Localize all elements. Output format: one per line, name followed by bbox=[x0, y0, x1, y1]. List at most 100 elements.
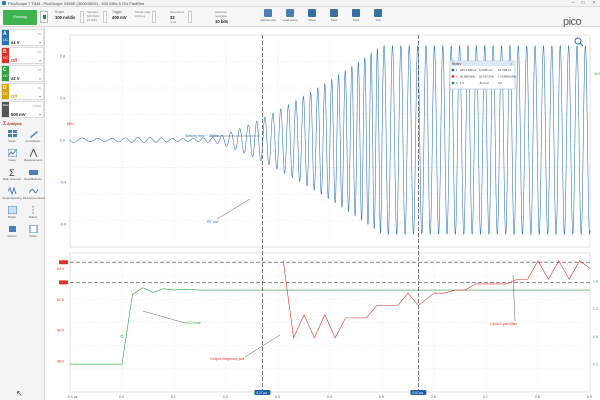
tool-measurements-button[interactable]: Measurements bbox=[23, 147, 43, 165]
rulers-table-close-icon[interactable]: × bbox=[510, 62, 512, 66]
tool-math-channels-label: Math channels bbox=[2, 177, 22, 181]
waveforms-spinner[interactable] bbox=[188, 11, 192, 23]
channel-coupling[interactable]: DC bbox=[3, 74, 8, 78]
tool-annotations-label: Annotations bbox=[25, 139, 41, 143]
ruler-icon bbox=[29, 206, 38, 214]
chevron-down-icon[interactable]: ▾ bbox=[39, 94, 41, 99]
open-button[interactable]: Open bbox=[302, 9, 322, 25]
ruler-row-value: 5.2186 ms bbox=[479, 68, 493, 72]
close-icon[interactable]: × bbox=[589, 0, 599, 6]
instruments-icon bbox=[264, 9, 272, 17]
tool-rulers-label: Rulers bbox=[28, 215, 38, 219]
channel-range[interactable]: ±2 V bbox=[11, 76, 20, 81]
samples-spinner[interactable] bbox=[103, 11, 107, 23]
tool-deep-measure-button[interactable]: DeepMeasure bbox=[23, 167, 43, 184]
channel-coupling[interactable]: DC bbox=[3, 38, 8, 42]
trigger-spinner[interactable] bbox=[152, 11, 156, 23]
channel-a-panel[interactable]: A DC ±1 V 1X ▾ bbox=[1, 29, 44, 46]
tool-views-button[interactable]: Views bbox=[2, 129, 22, 146]
ref-marker-a[interactable] bbox=[59, 260, 68, 265]
instruments-button[interactable]: Instruments bbox=[258, 9, 278, 25]
tool-views-label: Views bbox=[8, 139, 16, 143]
full-button[interactable]: Full bbox=[368, 9, 388, 25]
timebase-spinner[interactable] bbox=[80, 11, 84, 23]
scope-view[interactable]: 0.8 0.4 0.0 -0.4 -0.8 MHz 64.0 Settling time ~ … bbox=[45, 27, 600, 400]
deepmeasure-icon bbox=[28, 168, 38, 176]
trigger-level: 400 mV bbox=[112, 15, 127, 20]
svg-text:Σ: Σ bbox=[9, 168, 15, 176]
chevron-down-icon[interactable]: ▾ bbox=[39, 58, 41, 63]
channel-c-panel[interactable]: C DC ±2 V 1X ▾ bbox=[1, 65, 44, 82]
maximize-icon[interactable]: □ bbox=[578, 0, 588, 6]
channel-letter: C bbox=[3, 67, 7, 73]
chevron-down-icon[interactable]: ▾ bbox=[39, 76, 41, 81]
reference-icon bbox=[28, 187, 38, 195]
run-button[interactable]: Running bbox=[3, 10, 37, 25]
tool-annotations-button[interactable]: Annotations bbox=[23, 129, 43, 146]
mouse-pointer-icon: ↖ bbox=[16, 389, 23, 398]
scope-plot[interactable]: 0.80.40.0-0.4-0.8MHz64.0Settling time ~ … bbox=[45, 27, 600, 400]
minimize-icon[interactable]: – bbox=[568, 0, 578, 6]
x-tick-label: 0.8 bbox=[535, 395, 540, 399]
ruler-row-value: 65.424 GHz bbox=[479, 75, 495, 79]
title-bar: PicoScope 7 T&M - PicoScope 3408E (3000/… bbox=[0, 0, 600, 7]
x-tick-label: 0.7 bbox=[483, 395, 488, 399]
print-button[interactable]: Print bbox=[346, 9, 366, 25]
trigger-control[interactable]: Trigger 400 mV bbox=[112, 10, 127, 24]
tool-rulers-button[interactable]: Rulers bbox=[23, 205, 43, 222]
ruler-row-swatch bbox=[451, 81, 455, 85]
timebase-control[interactable]: Scope 100 ns/div bbox=[55, 10, 75, 24]
tool-views2-label: Views bbox=[8, 158, 16, 162]
app-icon bbox=[2, 1, 6, 5]
tool-serial-decoding-button[interactable]: Serial decoding bbox=[2, 186, 22, 203]
tool-actions-button[interactable]: Actions bbox=[2, 224, 22, 241]
chevron-down-icon[interactable]: ▾ bbox=[39, 112, 41, 117]
output-frequency-annotation: Output frequency plot bbox=[210, 357, 244, 361]
bottom-right-tick-label: 0.0 bbox=[593, 363, 598, 367]
waveforms-label: Waveforms bbox=[170, 10, 185, 14]
channel-range[interactable]: Off bbox=[11, 58, 17, 63]
tool-masks-button[interactable]: Masks bbox=[2, 205, 22, 222]
channel-probe[interactable]: 1X bbox=[38, 68, 41, 72]
channel-d-panel[interactable]: D DC Off 1X ▾ bbox=[1, 83, 44, 100]
channel-range[interactable]: ±1 V bbox=[11, 40, 20, 45]
hardware-sub: resolution bbox=[215, 14, 228, 18]
ruler-row-value: 323.1 389 ns bbox=[460, 68, 477, 72]
channel-probe[interactable]: 1X bbox=[38, 86, 41, 90]
tool-reference-waveforms-button[interactable]: Reference waveforms bbox=[23, 186, 50, 203]
channel-probe[interactable]: 1X bbox=[38, 32, 41, 36]
channel-coupling[interactable]: DC bbox=[3, 56, 8, 60]
x-tick-label: -0.1 µs bbox=[67, 395, 78, 399]
rf-out-annotation: RF out bbox=[207, 220, 218, 224]
samples-control[interactable]: Samples 100 kS/ch 10 GS/s bbox=[87, 10, 99, 24]
trigger-mode[interactable]: Simple edge A Rising bbox=[135, 10, 151, 24]
channel-probe[interactable]: 2 MHz bbox=[33, 104, 41, 108]
ref-marker-b[interactable] bbox=[59, 280, 68, 285]
sigma-icon: Σ bbox=[3, 121, 7, 127]
channel-coupling[interactable]: DC bbox=[3, 92, 8, 96]
channel-range[interactable]: 500 mV bbox=[11, 112, 26, 117]
channel-letter: A bbox=[3, 31, 7, 37]
tool-math-channels-button[interactable]: Σ Math channels bbox=[2, 167, 22, 184]
channel-b-panel[interactable]: B DC Off 1X ▾ bbox=[1, 47, 44, 64]
tool-notes-button[interactable]: Notes bbox=[23, 224, 43, 241]
print-icon bbox=[352, 9, 360, 17]
trigger-source: A Rising bbox=[135, 14, 146, 18]
stop-button[interactable] bbox=[40, 11, 48, 23]
x-tick-label: 0.9 bbox=[587, 395, 592, 399]
load-setup-button[interactable]: Load setup bbox=[280, 9, 300, 25]
save-button[interactable]: Save bbox=[324, 9, 344, 25]
chevron-down-icon[interactable]: ▾ bbox=[39, 40, 41, 45]
channel-letter: B bbox=[3, 49, 7, 55]
channel-probe[interactable]: 1X bbox=[38, 50, 41, 54]
waveforms-total: of 32 bbox=[170, 20, 177, 24]
x-tick-label: 0.5 bbox=[379, 395, 384, 399]
channel-gen-panel[interactable]: Gen 500 mV 2 MHz ▾ bbox=[1, 101, 44, 118]
tool-notes-label: Notes bbox=[29, 234, 37, 238]
waveforms-control[interactable]: Waveforms 32 of 32 bbox=[170, 10, 184, 24]
ruler-row-value: 91.7/86 ns bbox=[498, 68, 512, 72]
tool-views2-button[interactable]: Views bbox=[2, 148, 22, 165]
x-tick-label: 0.6 bbox=[431, 395, 436, 399]
channel-range[interactable]: Off bbox=[11, 94, 17, 99]
hardware-resolution-control[interactable]: Hardware resolution 10 bits bbox=[215, 10, 228, 24]
